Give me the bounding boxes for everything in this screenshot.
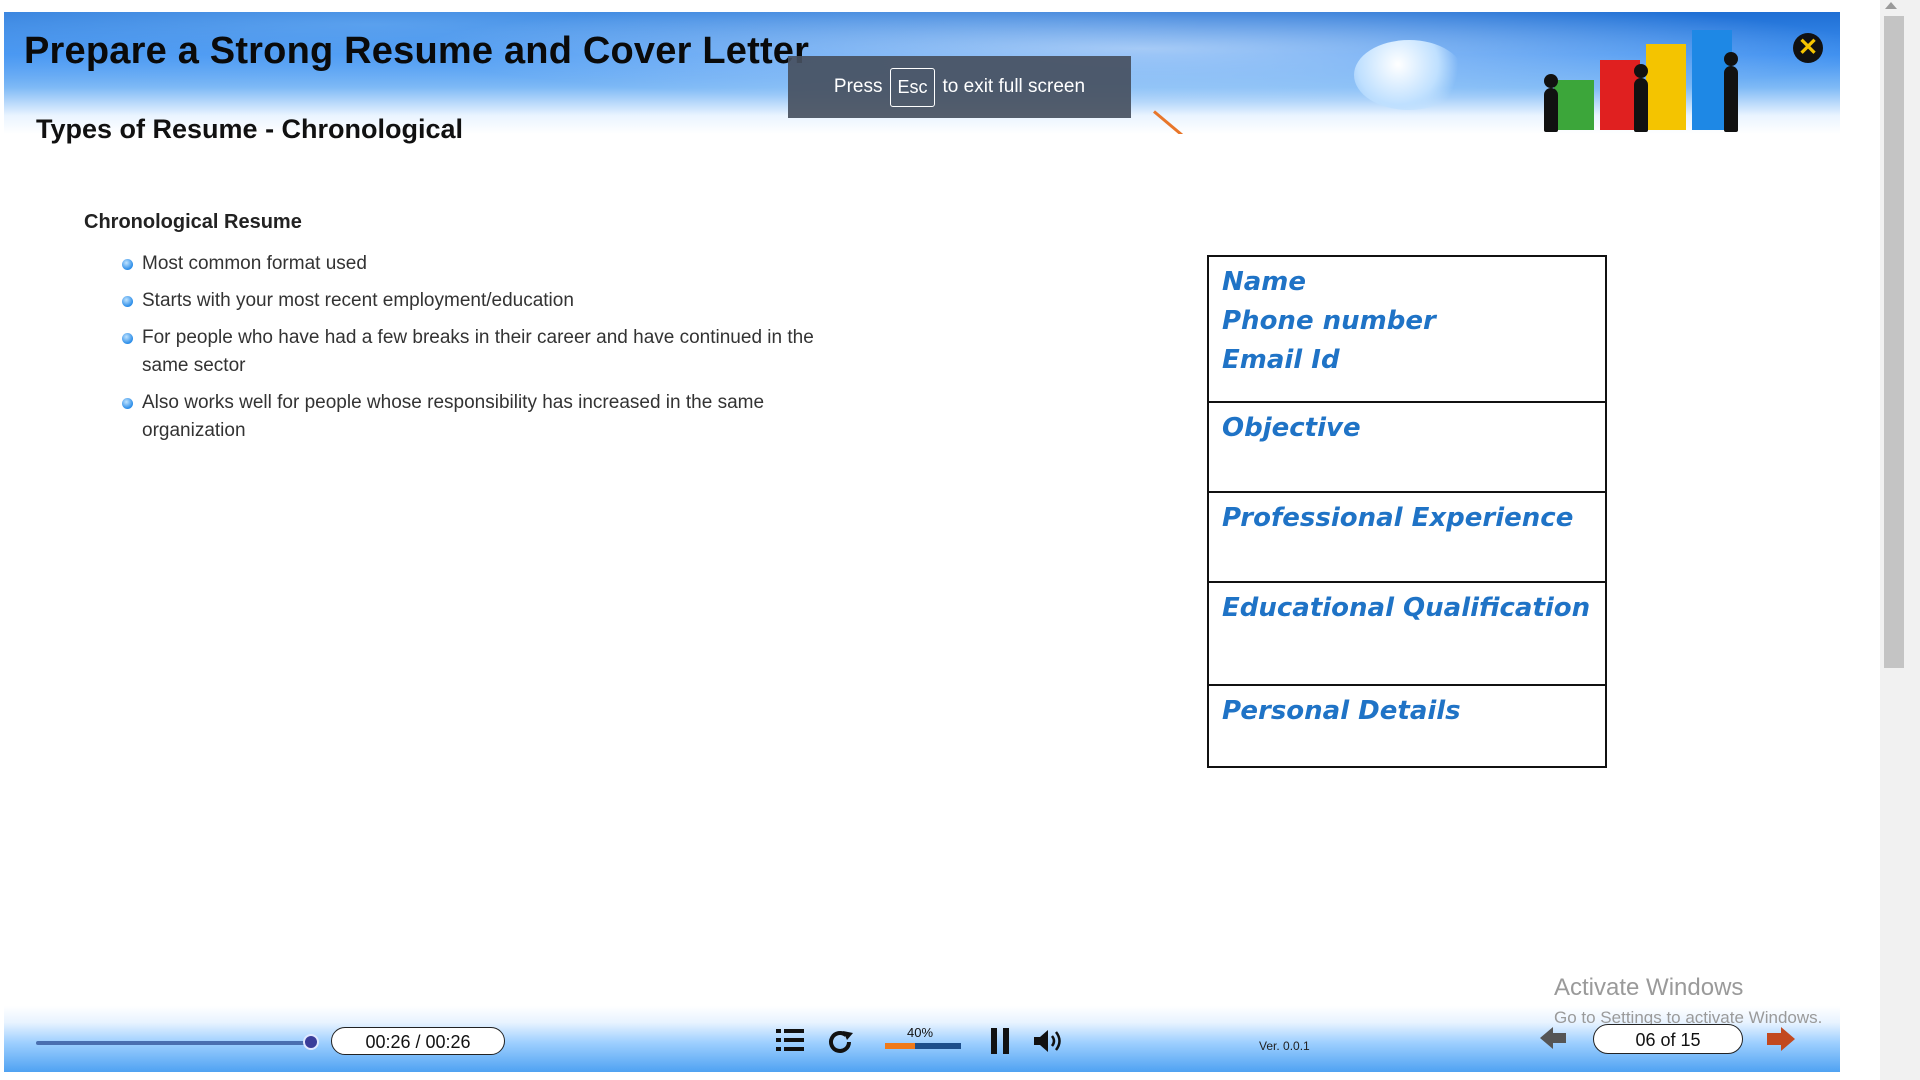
fullscreen-notice: Press Esc to exit full screen	[788, 56, 1131, 118]
resume-label: Name	[1222, 267, 1307, 297]
bullet-dot-icon	[122, 259, 133, 270]
seek-handle[interactable]	[303, 1034, 319, 1050]
resume-label: Educational Qualification	[1222, 593, 1591, 623]
esc-key: Esc	[890, 67, 935, 107]
bullet-text: Also works well for people whose respons…	[142, 392, 765, 441]
notice-suffix: to exit full screen	[942, 76, 1086, 97]
page-title: Types of Resume - Chronological	[36, 114, 464, 144]
resume-section-objective: Objective	[1209, 403, 1605, 493]
bullet-dot-icon	[122, 333, 133, 344]
section-heading: Chronological Resume	[84, 211, 302, 233]
resume-section-contact: Name Phone number Email Id	[1209, 257, 1605, 403]
bullet-item: Most common format used	[122, 250, 862, 278]
notice-press: Press	[833, 76, 883, 97]
course-title: Prepare a Strong Resume and Cover Letter	[24, 30, 810, 72]
watermark-title: Activate Windows	[1554, 974, 1744, 1001]
volume-slider[interactable]	[885, 1043, 961, 1049]
walker-figure	[1634, 64, 1648, 132]
arrow-right-icon[interactable]	[1767, 1025, 1795, 1053]
bullet-text: For people who have had a few breaks in …	[142, 327, 814, 376]
bullet-text: Starts with your most recent employment/…	[142, 290, 574, 311]
course-player: Prepare a Strong Resume and Cover Letter…	[0, 0, 1920, 1080]
bullet-dot-icon	[122, 398, 133, 409]
chart-bar-green	[1554, 80, 1594, 130]
chart-bar-yellow	[1646, 44, 1686, 130]
arrow-left-icon[interactable]	[1540, 1025, 1566, 1051]
header-illustration	[1514, 28, 1784, 134]
resume-section-experience: Professional Experience	[1209, 493, 1605, 583]
walker-figure	[1544, 74, 1558, 132]
pause-icon[interactable]	[990, 1028, 1010, 1054]
bullet-item: For people who have had a few breaks in …	[122, 324, 862, 380]
walker-figure	[1724, 52, 1738, 132]
resume-section-personal: Personal Details	[1209, 686, 1605, 766]
scroll-up-icon[interactable]	[1885, 2, 1897, 9]
time-display: 00:26 / 00:26	[331, 1027, 505, 1055]
seek-bar[interactable]	[36, 1041, 308, 1045]
replay-icon[interactable]	[825, 1027, 855, 1057]
speaker-icon[interactable]	[1034, 1029, 1064, 1053]
list-menu-icon[interactable]	[776, 1026, 804, 1054]
resume-label: Professional Experience	[1222, 503, 1574, 533]
resume-label: Objective	[1222, 413, 1361, 443]
globe-graphic	[1354, 40, 1464, 110]
resume-label: Personal Details	[1222, 696, 1461, 726]
volume-percent: 40%	[907, 1025, 934, 1040]
close-icon[interactable]: ✕	[1793, 33, 1823, 63]
resume-label: Email Id	[1222, 345, 1340, 375]
bullet-item: Starts with your most recent employment/…	[122, 287, 862, 315]
page-indicator: 06 of 15	[1593, 1024, 1743, 1054]
bullet-text: Most common format used	[142, 253, 367, 274]
scrollbar-thumb[interactable]	[1884, 16, 1904, 668]
resume-section-education: Educational Qualification	[1209, 583, 1605, 686]
version-label: Ver. 0.0.1	[1259, 1039, 1310, 1053]
volume-level	[885, 1043, 916, 1049]
bullet-dot-icon	[122, 296, 133, 307]
bullet-item: Also works well for people whose respons…	[122, 389, 862, 445]
resume-label: Phone number	[1222, 306, 1436, 336]
resume-layout-diagram: Name Phone number Email Id Objective Pro…	[1207, 255, 1607, 768]
bullet-list: Most common format used Starts with your…	[122, 250, 862, 454]
activate-windows-watermark: Activate Windows Go to Settings to activ…	[1554, 974, 1822, 1028]
